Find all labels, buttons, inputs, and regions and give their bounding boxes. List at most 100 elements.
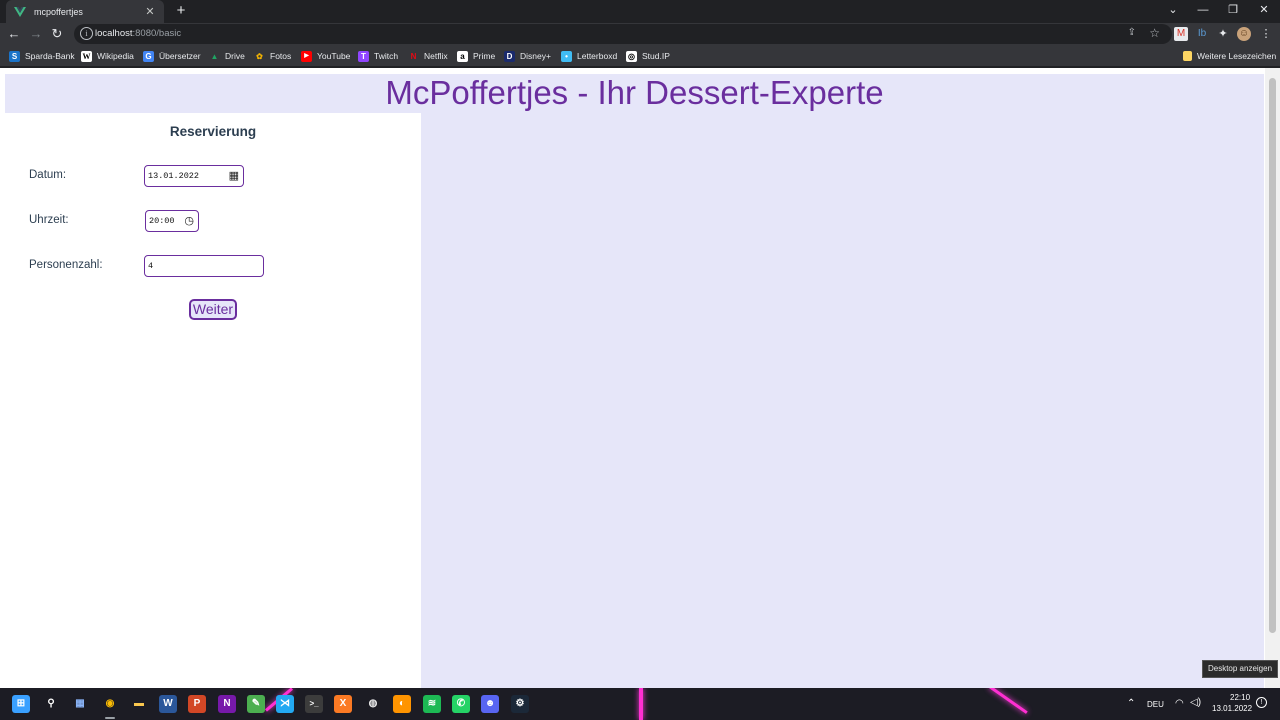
- bookmark-prime[interactable]: a Prime: [457, 49, 495, 63]
- bookmark-label: Übersetzer: [159, 51, 201, 61]
- firefox-icon[interactable]: ◐: [393, 695, 411, 713]
- whatsapp-icon[interactable]: ✆: [452, 695, 470, 713]
- wallpaper-neon: [639, 688, 643, 720]
- stud-ip-icon: ◎: [626, 50, 637, 62]
- scrollbar-thumb[interactable]: [1269, 78, 1276, 633]
- notification-icon[interactable]: !: [1256, 697, 1267, 708]
- xampp-icon[interactable]: X: [334, 695, 352, 713]
- disney-icon: D: [504, 50, 515, 62]
- twitch-icon: T: [358, 50, 369, 62]
- bookmark-label: Letterboxd: [577, 51, 618, 61]
- powerpoint-icon[interactable]: P: [188, 695, 206, 713]
- volume-icon[interactable]: ◁): [1190, 697, 1201, 708]
- terminal-icon[interactable]: >_: [305, 695, 323, 713]
- tab-search-icon[interactable]: ⌄: [1158, 0, 1188, 21]
- time-value: 20:00: [149, 216, 175, 226]
- active-app-indicator: [105, 717, 115, 719]
- bookmark-label: Netflix: [424, 51, 448, 61]
- bookmark-disney-plus[interactable]: D Disney+: [504, 49, 551, 63]
- photos-icon: ✿: [256, 51, 263, 61]
- discord-icon[interactable]: ☻: [481, 695, 499, 713]
- restore-button[interactable]: ❐: [1218, 0, 1248, 21]
- form-heading: Reservierung: [169, 124, 257, 139]
- weiter-button[interactable]: Weiter: [189, 299, 237, 320]
- app-icon[interactable]: ◍: [364, 695, 382, 713]
- url-host: localhost: [95, 28, 133, 39]
- bookmark-uebersetzer[interactable]: G Übersetzer: [143, 49, 201, 63]
- minimize-button[interactable]: —: [1188, 0, 1218, 21]
- bookmark-label: Fotos: [270, 51, 292, 61]
- windows-start-icon[interactable]: ⊞: [12, 695, 30, 713]
- clock-date[interactable]: 13.01.2022: [1212, 704, 1252, 713]
- photos-app-icon[interactable]: ▦: [71, 695, 89, 713]
- content-panel: [421, 113, 1264, 688]
- site-header: McPoffertjes - Ihr Dessert-Experte: [5, 74, 1264, 113]
- date-value: 13.01.2022: [148, 171, 200, 181]
- wikipedia-icon: W: [81, 50, 92, 62]
- bookmark-label: YouTube: [317, 51, 351, 61]
- bookmark-drive[interactable]: ▲ Drive: [209, 49, 245, 63]
- vscode-icon[interactable]: ⋊: [276, 695, 294, 713]
- new-tab-button[interactable]: +: [172, 2, 190, 20]
- page-viewport: McPoffertjes - Ihr Dessert-Experte Reser…: [0, 68, 1280, 688]
- notepad-icon[interactable]: ✎: [247, 695, 265, 713]
- bookmark-star-icon[interactable]: ☆: [1149, 26, 1160, 40]
- drive-icon: ▲: [210, 51, 219, 61]
- bookmark-sparda-bank[interactable]: S Sparda-Bank: [9, 49, 75, 63]
- url-text[interactable]: localhost:8080/basic: [95, 28, 181, 39]
- back-icon[interactable]: ←: [5, 25, 23, 43]
- tray-overflow-icon[interactable]: ⌃: [1127, 698, 1135, 709]
- tab-close-icon[interactable]: ✕: [144, 5, 156, 18]
- menu-icon[interactable]: ⋮: [1259, 27, 1273, 41]
- bookmark-netflix[interactable]: N Netflix: [408, 49, 448, 63]
- site-info-icon[interactable]: i: [80, 27, 93, 40]
- browser-toolbar: ← → ↻ i localhost:8080/basic ⇪ ☆ M Ib ✦ …: [0, 23, 1280, 45]
- other-bookmarks-label: Weitere Lesezeichen: [1197, 51, 1277, 61]
- bookmark-youtube[interactable]: ▶ YouTube: [301, 49, 350, 63]
- share-icon[interactable]: ⇪: [1128, 27, 1136, 38]
- site-title: McPoffertjes - Ihr Dessert-Experte: [385, 74, 884, 111]
- close-window-button[interactable]: ✕: [1249, 0, 1279, 21]
- wifi-icon[interactable]: ◠: [1175, 698, 1184, 709]
- bookmark-stud-ip[interactable]: ◎ Stud.IP: [626, 49, 670, 63]
- forward-icon[interactable]: →: [27, 25, 45, 43]
- bookmark-fotos[interactable]: ✿ Fotos: [254, 49, 291, 63]
- profile-avatar[interactable]: ☺: [1237, 27, 1251, 41]
- show-desktop-tooltip: Desktop anzeigen: [1202, 660, 1278, 678]
- translate-icon: G: [143, 50, 154, 62]
- chrome-icon[interactable]: ◉: [101, 695, 119, 713]
- time-input[interactable]: 20:00 ◷: [145, 210, 199, 232]
- bookmark-wikipedia[interactable]: W Wikipedia: [81, 49, 134, 63]
- browser-tab[interactable]: mcpoffertjes ✕: [6, 0, 164, 23]
- file-explorer-icon[interactable]: ▬: [130, 695, 148, 713]
- other-bookmarks-folder[interactable]: Weitere Lesezeichen: [1183, 49, 1276, 63]
- gmail-extension-icon[interactable]: M: [1174, 27, 1188, 41]
- date-input[interactable]: 13.01.2022 ▦: [144, 165, 244, 187]
- word-icon[interactable]: W: [159, 695, 177, 713]
- wallpaper-neon: [988, 688, 1028, 714]
- prime-icon: a: [457, 50, 468, 62]
- clock-time[interactable]: 22:10: [1230, 693, 1250, 702]
- bookmark-twitch[interactable]: T Twitch: [358, 49, 398, 63]
- onenote-icon[interactable]: N: [218, 695, 236, 713]
- language-indicator[interactable]: DEU: [1147, 700, 1164, 709]
- bookmark-label: Disney+: [520, 51, 551, 61]
- clock-icon[interactable]: ◷: [184, 214, 194, 228]
- extension-icon[interactable]: Ib: [1195, 27, 1209, 41]
- persons-input[interactable]: 4: [144, 255, 264, 277]
- url-path: :8080/basic: [132, 28, 182, 39]
- persons-label: Personenzahl:: [29, 259, 103, 271]
- page-scrollbar[interactable]: [1265, 68, 1280, 688]
- extensions-puzzle-icon[interactable]: ✦: [1216, 27, 1230, 41]
- bookmark-label: Stud.IP: [642, 51, 670, 61]
- bookmark-letterboxd[interactable]: • Letterboxd: [561, 49, 617, 63]
- reload-icon[interactable]: ↻: [48, 25, 66, 43]
- folder-icon: [1183, 51, 1192, 61]
- bookmark-label: Sparda-Bank: [25, 51, 75, 61]
- calendar-icon[interactable]: ▦: [229, 169, 239, 183]
- spotify-icon[interactable]: ≋: [423, 695, 441, 713]
- steam-icon[interactable]: ⚙: [511, 695, 529, 713]
- search-icon[interactable]: ⚲: [42, 695, 60, 713]
- time-label: Uhrzeit:: [29, 214, 69, 226]
- address-bar[interactable]: i localhost:8080/basic ⇪ ☆: [74, 24, 1172, 44]
